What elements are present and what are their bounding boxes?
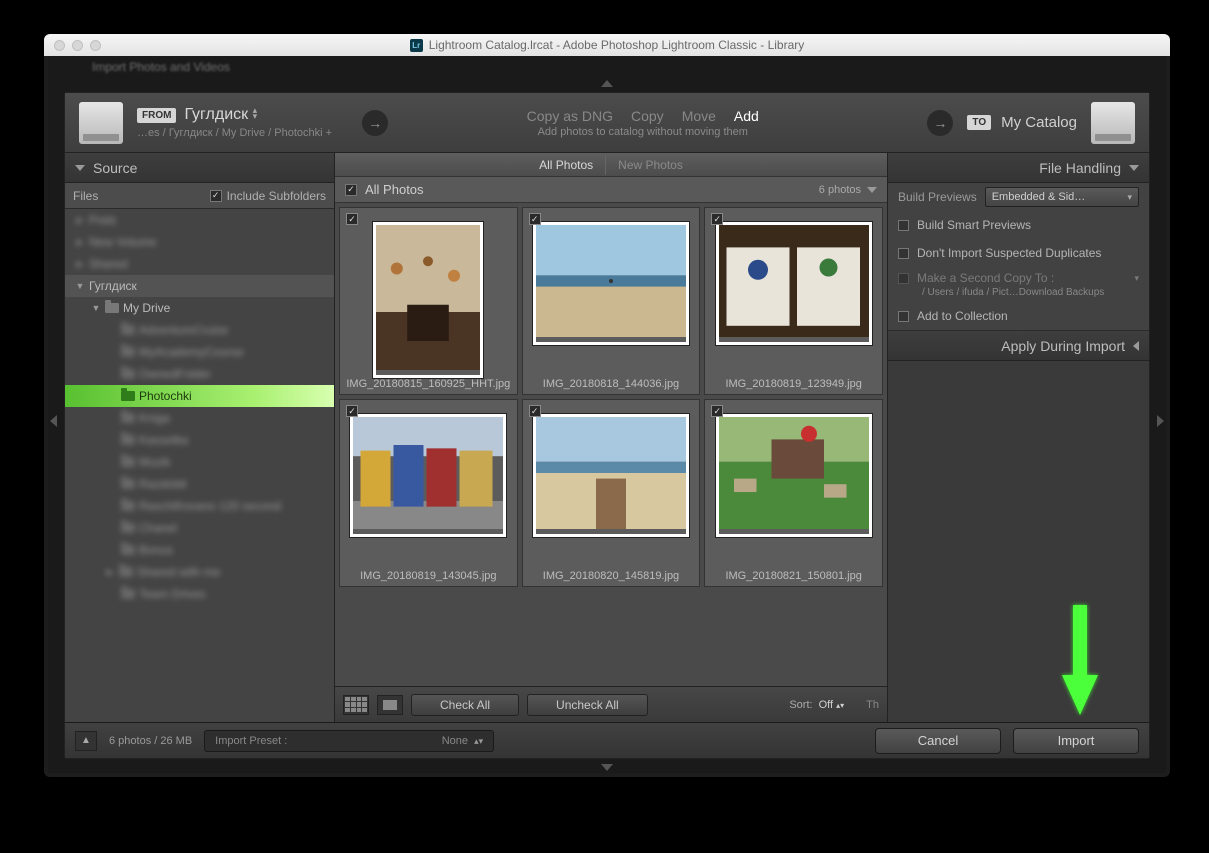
chevron-down-icon (1129, 165, 1139, 171)
uncheck-all-button[interactable]: Uncheck All (527, 694, 648, 716)
collapse-top-icon[interactable] (601, 80, 613, 87)
tab-all-photos[interactable]: All Photos (527, 155, 605, 175)
thumbnail-panel: All Photos New Photos ✓ All Photos 6 pho… (335, 153, 887, 722)
add-to-collection-checkbox[interactable]: Add to Collection (888, 302, 1149, 330)
import-footer: ▲ 6 photos / 26 MB Import Preset : None … (65, 722, 1149, 758)
thumbnail-checkbox[interactable]: ✓ (346, 405, 358, 417)
photo-count: 6 photos (819, 184, 861, 196)
tab-new-photos[interactable]: New Photos (605, 155, 695, 175)
second-copy-checkbox: Make a Second Copy To : ▾ / Users / ifud… (888, 267, 1149, 302)
import-mode-tabs: Copy as DNG Copy Move Add Add photos to … (388, 108, 897, 138)
sort-select[interactable]: Off ▴▾ (819, 699, 845, 711)
tree-selected-folder[interactable]: Photochki (65, 385, 334, 407)
thumbnail-cell[interactable]: ✓ IMG_20180819_143045.jpg (339, 399, 518, 587)
tab-copy[interactable]: Copy (631, 108, 664, 124)
grid-view-button[interactable] (343, 695, 369, 715)
status-text: 6 photos / 26 MB (109, 735, 192, 747)
chevron-down-icon (75, 165, 85, 171)
lightroom-icon: Lr (410, 39, 423, 52)
include-subfolders-checkbox[interactable]: ✓Include Subfolders (210, 189, 326, 203)
nav-forward-source-icon[interactable]: → (362, 110, 388, 136)
collapse-left-icon[interactable] (50, 415, 57, 427)
lightroom-body: Import Photos and Videos FROM Гуглдиск ▴… (48, 56, 1166, 773)
thumbnail-checkbox[interactable]: ✓ (529, 405, 541, 417)
tree-root[interactable]: ▼Гуглдиск (65, 275, 334, 297)
thumb-size-label: Th (866, 699, 879, 711)
sort-label: Sort: (789, 699, 812, 711)
thumbnail-caption: IMG_20180819_143045.jpg (340, 570, 517, 582)
thumbnail-cell[interactable]: ✓ IMG_20180815_160925_HHT.jpg (339, 207, 518, 395)
folder-tree[interactable]: ▶Pods ▶New Volume ▶Shared ▼Гуглдиск ▼My … (65, 209, 334, 722)
files-bar: Files ✓Include Subfolders (65, 183, 334, 209)
source-panel: Source Files ✓Include Subfolders ▶Pods ▶… (65, 153, 335, 722)
thumbnail-caption: IMG_20180821_150801.jpg (705, 570, 882, 582)
thumbnail-caption: IMG_20180819_123949.jpg (705, 378, 882, 390)
thumbnail-caption: IMG_20180818_144036.jpg (523, 378, 700, 390)
thumbnail-caption: IMG_20180815_160925_HHT.jpg (340, 378, 517, 390)
build-previews-row[interactable]: Build Previews Embedded & Sid…▾ (888, 183, 1149, 211)
destination-drive-icon[interactable] (1091, 102, 1135, 144)
thumbnail-image[interactable] (373, 222, 483, 378)
thumbnail-image[interactable] (716, 222, 872, 345)
thumbnail-image[interactable] (716, 414, 872, 537)
collapse-bottom-icon[interactable] (601, 764, 613, 771)
thumbnail-caption: IMG_20180820_145819.jpg (523, 570, 700, 582)
tab-move[interactable]: Move (682, 108, 716, 124)
import-mode-subtitle: Add photos to catalog without moving the… (538, 126, 748, 138)
cancel-button[interactable]: Cancel (875, 728, 1001, 754)
thumbnail-cell[interactable]: ✓ IMG_20180819_123949.jpg (704, 207, 883, 395)
import-preset-select[interactable]: Import Preset : None ▴▾ (204, 730, 494, 752)
thumbnail-image[interactable] (350, 414, 506, 537)
thumbnail-image[interactable] (533, 222, 689, 345)
photo-filter-tabs: All Photos New Photos (335, 153, 887, 177)
thumbnail-checkbox[interactable]: ✓ (711, 213, 723, 225)
import-button[interactable]: Import (1013, 728, 1139, 754)
all-photos-bar[interactable]: ✓ All Photos 6 photos (335, 177, 887, 203)
app-window: Lr Lightroom Catalog.lrcat - Adobe Photo… (44, 34, 1170, 777)
collapse-button[interactable]: ▲ (75, 731, 97, 751)
window-title: Lr Lightroom Catalog.lrcat - Adobe Photo… (44, 38, 1170, 52)
import-dialog-title: Import Photos and Videos (92, 60, 230, 74)
from-badge: FROM (137, 108, 176, 123)
apply-during-import-header[interactable]: Apply During Import (888, 331, 1149, 361)
source-panel-header[interactable]: Source (65, 153, 334, 183)
second-copy-path: / Users / ifuda / Pict…Download Backups (898, 287, 1104, 298)
import-dialog: FROM Гуглдиск ▴▾ …es / Гуглдиск / My Dri… (64, 92, 1150, 759)
files-label: Files (73, 189, 98, 203)
thumbnail-image[interactable] (533, 414, 689, 537)
tab-copy-dng[interactable]: Copy as DNG (527, 108, 613, 124)
thumbnail-checkbox[interactable]: ✓ (529, 213, 541, 225)
settings-panel: File Handling Build Previews Embedded & … (887, 153, 1149, 722)
check-all-button[interactable]: Check All (411, 694, 519, 716)
file-handling-header[interactable]: File Handling (888, 153, 1149, 183)
thumbnail-checkbox[interactable]: ✓ (711, 405, 723, 417)
import-header: FROM Гуглдиск ▴▾ …es / Гуглдиск / My Dri… (65, 93, 1149, 153)
thumbnail-cell[interactable]: ✓ IMG_20180821_150801.jpg (704, 399, 883, 587)
dont-import-duplicates-checkbox[interactable]: Don't Import Suspected Duplicates (888, 239, 1149, 267)
thumbnail-checkbox[interactable]: ✓ (346, 213, 358, 225)
nav-forward-dest-icon[interactable]: → (927, 110, 953, 136)
chevron-down-icon (867, 187, 877, 193)
collapse-right-icon[interactable] (1157, 415, 1164, 427)
destination-name[interactable]: My Catalog (1001, 114, 1077, 131)
to-badge: TO (967, 115, 991, 130)
build-previews-select[interactable]: Embedded & Sid…▾ (985, 187, 1139, 207)
tree-mydrive[interactable]: ▼My Drive (65, 297, 334, 319)
loupe-view-button[interactable] (377, 695, 403, 715)
titlebar[interactable]: Lr Lightroom Catalog.lrcat - Adobe Photo… (44, 34, 1170, 56)
thumbnail-cell[interactable]: ✓ IMG_20180818_144036.jpg (522, 207, 701, 395)
thumbnail-cell[interactable]: ✓ IMG_20180820_145819.jpg (522, 399, 701, 587)
grid-toolbar: Check All Uncheck All Sort: Off ▴▾ Th (335, 686, 887, 722)
chevron-left-icon (1133, 341, 1139, 351)
build-smart-previews-checkbox[interactable]: Build Smart Previews (888, 211, 1149, 239)
tab-add[interactable]: Add (734, 108, 759, 124)
source-drive-icon[interactable] (79, 102, 123, 144)
thumbnail-grid[interactable]: ✓ IMG_20180815_160925_HHT.jpg ✓ IMG_2018081… (335, 203, 887, 686)
source-breadcrumb[interactable]: …es / Гуглдиск / My Drive / Photochki + (137, 127, 332, 139)
source-name[interactable]: Гуглдиск ▴▾ (184, 106, 257, 124)
